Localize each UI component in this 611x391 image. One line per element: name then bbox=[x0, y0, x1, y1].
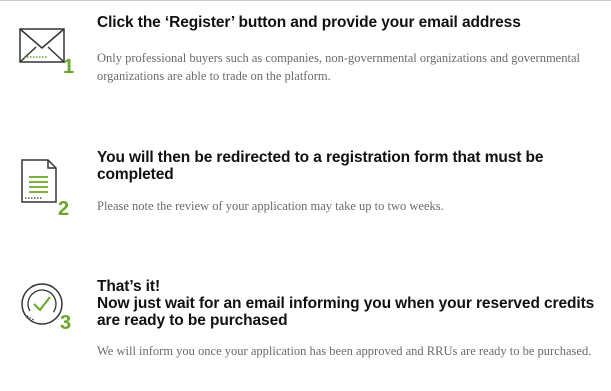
step-2-description: Please note the review of your applicati… bbox=[97, 199, 444, 213]
step-1: 1 Click the ‘Register’ button and provid… bbox=[0, 0, 611, 110]
step-1-title: Click the ‘Register’ button and provide … bbox=[97, 14, 521, 31]
check-circle-icon bbox=[20, 282, 82, 344]
document-icon bbox=[18, 158, 80, 220]
step-3-description: We will inform you once your application… bbox=[97, 344, 592, 358]
step-2-title: You will then be redirected to a registr… bbox=[97, 149, 544, 183]
step-3-title-line2: Now just wait for an email informing you… bbox=[97, 295, 595, 329]
step-number-2: 2 bbox=[58, 198, 70, 220]
step-number-1: 1 bbox=[63, 56, 75, 78]
step-1-description: Only professional buyers such as compani… bbox=[97, 51, 580, 83]
step-2: 2 You will then be redirected to a regis… bbox=[0, 140, 611, 250]
step-3-title-line1: That’s it! bbox=[97, 278, 161, 295]
step-number-3: 3 bbox=[60, 312, 72, 334]
step-3: 3 That’s it! Now just wait for an email … bbox=[0, 270, 611, 391]
